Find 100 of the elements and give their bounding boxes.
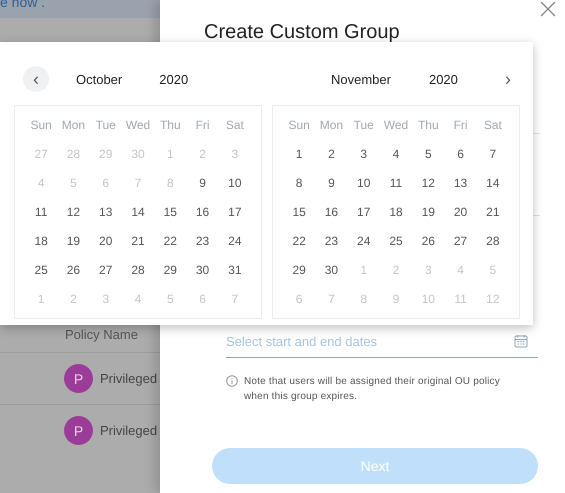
day-cell[interactable]: 26 bbox=[422, 234, 435, 248]
day-cell[interactable]: 15 bbox=[164, 204, 177, 218]
weekday-label: Fri bbox=[196, 118, 210, 132]
day-cell: 2 bbox=[392, 262, 400, 276]
day-cell[interactable]: 28 bbox=[486, 234, 500, 248]
day-cell[interactable]: 20 bbox=[99, 234, 112, 248]
weekday-label: Thu bbox=[418, 118, 439, 132]
day-cell[interactable]: 26 bbox=[66, 262, 80, 276]
day-cell[interactable]: 21 bbox=[486, 204, 500, 218]
day-cell: 6 bbox=[102, 176, 110, 190]
day-cell[interactable]: 24 bbox=[228, 234, 242, 248]
day-cell[interactable]: 4 bbox=[392, 146, 400, 160]
day-cell[interactable]: 13 bbox=[99, 204, 112, 218]
day-cell[interactable]: 25 bbox=[34, 262, 48, 276]
day-cell: 2 bbox=[199, 146, 206, 160]
day-cell[interactable]: 18 bbox=[389, 204, 403, 218]
day-cell: 3 bbox=[424, 262, 432, 276]
day-cell: 10 bbox=[422, 292, 435, 306]
day-cell[interactable]: 18 bbox=[34, 234, 48, 248]
day-cell[interactable]: 10 bbox=[357, 176, 370, 190]
day-cell[interactable]: 29 bbox=[292, 262, 306, 276]
weekday-label: Wed bbox=[384, 118, 408, 132]
day-cell: 5 bbox=[490, 262, 496, 276]
day-cell[interactable]: 19 bbox=[66, 234, 80, 248]
day-cell[interactable]: 16 bbox=[196, 204, 210, 218]
day-cell: 4 bbox=[134, 292, 142, 306]
day-cell[interactable]: 9 bbox=[199, 176, 206, 190]
day-cell: 5 bbox=[70, 176, 77, 190]
day-cell[interactable]: 25 bbox=[389, 234, 403, 248]
day-cell[interactable]: 31 bbox=[228, 262, 242, 276]
weekday-label: Mon bbox=[320, 118, 344, 132]
previous-month-button[interactable]: ‹ bbox=[23, 66, 49, 92]
day-cell[interactable]: 2 bbox=[328, 146, 335, 160]
day-cell: 7 bbox=[328, 292, 335, 306]
day-cell: 2 bbox=[70, 292, 77, 306]
next-month-button[interactable]: › bbox=[495, 66, 521, 92]
day-cell: 5 bbox=[166, 292, 174, 306]
day-cell[interactable]: 3 bbox=[360, 146, 368, 160]
day-cell: 4 bbox=[457, 262, 464, 276]
day-cell[interactable]: 29 bbox=[164, 262, 177, 276]
weekday-label: Sat bbox=[226, 118, 244, 132]
day-cell[interactable]: 5 bbox=[424, 146, 432, 160]
day-cell[interactable]: 9 bbox=[328, 176, 335, 190]
day-cell: 8 bbox=[166, 176, 174, 190]
day-cell[interactable]: 15 bbox=[292, 204, 306, 218]
day-cell[interactable]: 21 bbox=[131, 234, 145, 248]
day-cell[interactable]: 23 bbox=[196, 234, 210, 248]
day-cell: 8 bbox=[360, 292, 368, 306]
day-cell[interactable]: 10 bbox=[228, 176, 242, 190]
day-cell[interactable]: 20 bbox=[454, 204, 468, 218]
day-cell[interactable]: 14 bbox=[486, 176, 500, 190]
day-cell: 3 bbox=[232, 146, 238, 160]
day-cell[interactable]: 7 bbox=[490, 146, 496, 160]
day-cell[interactable]: 27 bbox=[454, 234, 468, 248]
weekday-label: Tue bbox=[354, 118, 374, 132]
day-cell: 11 bbox=[454, 292, 467, 306]
calendar-icon[interactable] bbox=[514, 334, 528, 348]
day-cell: 7 bbox=[232, 292, 238, 306]
day-cell: 30 bbox=[131, 146, 145, 160]
day-cell[interactable]: 30 bbox=[196, 262, 210, 276]
day-cell[interactable]: 30 bbox=[324, 262, 338, 276]
weekday-label: Sun bbox=[30, 118, 52, 132]
policy-name: Privileged bbox=[100, 423, 158, 438]
weekday-label: Wed bbox=[126, 118, 150, 132]
day-cell[interactable]: 1 bbox=[296, 146, 302, 160]
day-cell[interactable]: 13 bbox=[454, 176, 468, 190]
day-cell[interactable]: 17 bbox=[357, 204, 370, 218]
day-cell[interactable]: 28 bbox=[131, 262, 145, 276]
day-cell[interactable]: 12 bbox=[422, 176, 435, 190]
day-cell[interactable]: 14 bbox=[131, 204, 145, 218]
day-cell: 6 bbox=[296, 292, 302, 306]
month-label[interactable]: October bbox=[76, 72, 122, 86]
weekday-label: Fri bbox=[454, 118, 468, 132]
day-cell[interactable]: 27 bbox=[99, 262, 112, 276]
day-cell[interactable]: 11 bbox=[390, 176, 402, 190]
day-cell[interactable]: 8 bbox=[296, 176, 302, 190]
day-cell[interactable]: 22 bbox=[292, 234, 306, 248]
weekday-label: Sat bbox=[484, 118, 502, 132]
day-cell: 29 bbox=[99, 146, 112, 160]
year-label[interactable]: 2020 bbox=[159, 72, 188, 86]
close-icon[interactable] bbox=[540, 1, 556, 17]
weekday-label: Sun bbox=[288, 118, 310, 132]
day-cell: 1 bbox=[38, 292, 44, 306]
day-cell[interactable]: 12 bbox=[66, 204, 80, 218]
day-cell[interactable]: 22 bbox=[164, 234, 177, 248]
month-label[interactable]: November bbox=[331, 72, 391, 86]
day-cell[interactable]: 19 bbox=[422, 204, 435, 218]
date-range-field[interactable]: Select start and end dates bbox=[226, 334, 514, 348]
day-cell[interactable]: 24 bbox=[357, 234, 370, 248]
policy-name: Privileged bbox=[100, 371, 158, 386]
day-cell[interactable]: 17 bbox=[228, 204, 242, 218]
day-cell[interactable]: 6 bbox=[457, 146, 464, 160]
day-cell: 28 bbox=[66, 146, 80, 160]
day-cell[interactable]: 16 bbox=[324, 204, 338, 218]
day-cell: 27 bbox=[34, 146, 48, 160]
day-cell: 1 bbox=[166, 146, 174, 160]
day-cell[interactable]: 23 bbox=[324, 234, 338, 248]
year-label[interactable]: 2020 bbox=[428, 72, 458, 86]
avatar: P bbox=[64, 416, 93, 445]
day-cell[interactable]: 11 bbox=[34, 204, 48, 218]
